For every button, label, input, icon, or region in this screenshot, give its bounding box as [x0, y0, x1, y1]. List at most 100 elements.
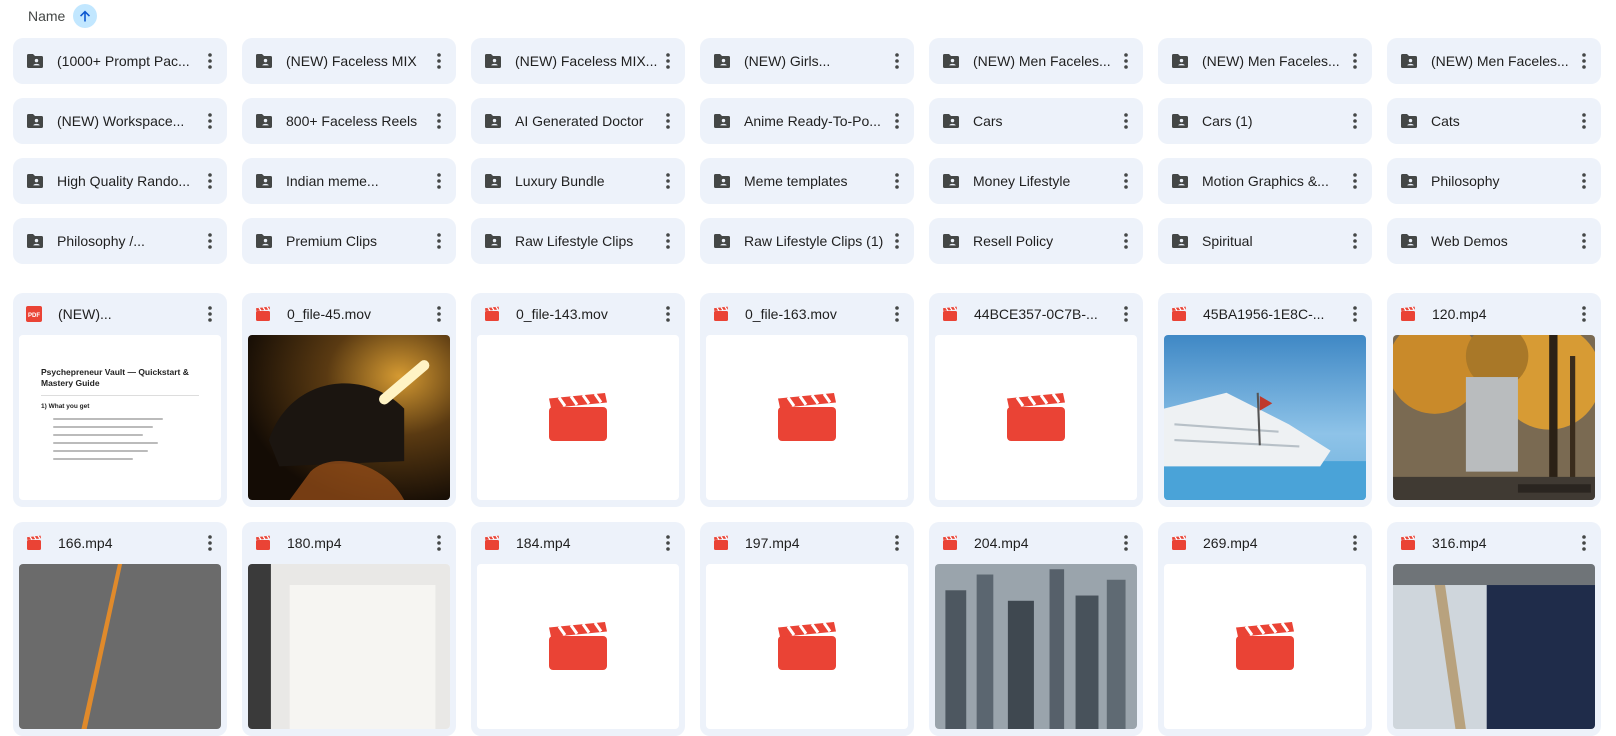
folder-card[interactable]: Money Lifestyle [929, 158, 1143, 204]
more-actions-icon[interactable] [1344, 299, 1366, 329]
more-actions-icon[interactable] [199, 166, 221, 196]
file-card[interactable]: 166.mp4 [13, 522, 227, 736]
file-card[interactable]: 120.mp4 [1387, 293, 1601, 507]
file-card[interactable]: 45BA1956-1E8C-... [1158, 293, 1372, 507]
file-card[interactable]: 0_file-163.mov [700, 293, 914, 507]
folder-card[interactable]: (1000+ Prompt Pac... [13, 38, 227, 84]
more-actions-icon[interactable] [428, 528, 450, 558]
more-actions-icon[interactable] [428, 299, 450, 329]
more-actions-icon[interactable] [1344, 166, 1366, 196]
file-thumbnail[interactable] [19, 564, 221, 729]
file-card[interactable]: 316.mp4 [1387, 522, 1601, 736]
more-actions-icon[interactable] [199, 226, 221, 256]
more-actions-icon[interactable] [886, 226, 908, 256]
more-actions-icon[interactable] [1573, 528, 1595, 558]
file-card[interactable]: 0_file-143.mov [471, 293, 685, 507]
more-actions-icon[interactable] [1573, 46, 1595, 76]
file-card[interactable]: 269.mp4 [1158, 522, 1372, 736]
more-actions-icon[interactable] [199, 106, 221, 136]
more-actions-icon[interactable] [657, 299, 679, 329]
folder-card[interactable]: (NEW) Men Faceles... [1387, 38, 1601, 84]
folder-card[interactable]: Cats [1387, 98, 1601, 144]
more-actions-icon[interactable] [199, 46, 221, 76]
folder-card[interactable]: (NEW) Faceless MIX... [471, 38, 685, 84]
folder-card[interactable]: Premium Clips [242, 218, 456, 264]
folder-card[interactable]: (NEW) Faceless MIX [242, 38, 456, 84]
more-actions-icon[interactable] [199, 299, 221, 329]
more-actions-icon[interactable] [1344, 106, 1366, 136]
more-actions-icon[interactable] [657, 46, 679, 76]
more-actions-icon[interactable] [886, 106, 908, 136]
more-actions-icon[interactable] [1115, 299, 1137, 329]
more-actions-icon[interactable] [1115, 166, 1137, 196]
sort-ascending-icon[interactable] [73, 4, 98, 28]
file-thumbnail[interactable] [1164, 335, 1366, 500]
folder-card[interactable]: High Quality Rando... [13, 158, 227, 204]
file-card[interactable]: 204.mp4 [929, 522, 1143, 736]
more-actions-icon[interactable] [199, 528, 221, 558]
sort-header[interactable]: Name [28, 4, 98, 28]
more-actions-icon[interactable] [886, 299, 908, 329]
file-thumbnail[interactable] [477, 564, 679, 729]
more-actions-icon[interactable] [657, 106, 679, 136]
folder-card[interactable]: (NEW) Men Faceles... [929, 38, 1143, 84]
folder-card[interactable]: Philosophy [1387, 158, 1601, 204]
folder-card[interactable]: Philosophy /... [13, 218, 227, 264]
folder-card[interactable]: Luxury Bundle [471, 158, 685, 204]
folder-card[interactable]: Anime Ready-To-Po... [700, 98, 914, 144]
folder-card[interactable]: (NEW) Workspace... [13, 98, 227, 144]
more-actions-icon[interactable] [1573, 106, 1595, 136]
more-actions-icon[interactable] [1573, 166, 1595, 196]
more-actions-icon[interactable] [428, 226, 450, 256]
file-thumbnail[interactable] [1393, 564, 1595, 729]
file-thumbnail[interactable] [477, 335, 679, 500]
folder-card[interactable]: 800+ Faceless Reels [242, 98, 456, 144]
folder-card[interactable]: Indian meme... [242, 158, 456, 204]
more-actions-icon[interactable] [657, 166, 679, 196]
file-card[interactable]: 184.mp4 [471, 522, 685, 736]
more-actions-icon[interactable] [657, 528, 679, 558]
file-card[interactable]: 44BCE357-0C7B-... [929, 293, 1143, 507]
more-actions-icon[interactable] [1115, 528, 1137, 558]
more-actions-icon[interactable] [657, 226, 679, 256]
folder-card[interactable]: Raw Lifestyle Clips (1) [700, 218, 914, 264]
file-thumbnail[interactable] [1164, 564, 1366, 729]
file-card[interactable]: 180.mp4 [242, 522, 456, 736]
file-thumbnail[interactable] [935, 335, 1137, 500]
file-card[interactable]: 0_file-45.mov [242, 293, 456, 507]
more-actions-icon[interactable] [1344, 46, 1366, 76]
more-actions-icon[interactable] [428, 106, 450, 136]
file-thumbnail[interactable] [1393, 335, 1595, 500]
more-actions-icon[interactable] [1573, 299, 1595, 329]
folder-card[interactable]: (NEW) Men Faceles... [1158, 38, 1372, 84]
more-actions-icon[interactable] [1115, 106, 1137, 136]
more-actions-icon[interactable] [428, 46, 450, 76]
more-actions-icon[interactable] [1344, 226, 1366, 256]
folder-card[interactable]: Web Demos [1387, 218, 1601, 264]
file-thumbnail[interactable] [706, 335, 908, 500]
file-thumbnail[interactable] [935, 564, 1137, 729]
folder-card[interactable]: Raw Lifestyle Clips [471, 218, 685, 264]
file-card[interactable]: 197.mp4 [700, 522, 914, 736]
folder-card[interactable]: Spiritual [1158, 218, 1372, 264]
more-actions-icon[interactable] [428, 166, 450, 196]
file-thumbnail[interactable] [248, 335, 450, 500]
file-thumbnail[interactable] [248, 564, 450, 729]
folder-card[interactable]: Cars (1) [1158, 98, 1372, 144]
file-thumbnail[interactable]: Psychepreneur Vault — Quickstart & Maste… [19, 335, 221, 500]
more-actions-icon[interactable] [1115, 46, 1137, 76]
more-actions-icon[interactable] [1115, 226, 1137, 256]
folder-card[interactable]: Motion Graphics &... [1158, 158, 1372, 204]
file-thumbnail[interactable] [706, 564, 908, 729]
more-actions-icon[interactable] [1344, 528, 1366, 558]
folder-card[interactable]: (NEW) Girls... [700, 38, 914, 84]
folder-card[interactable]: Cars [929, 98, 1143, 144]
more-actions-icon[interactable] [1573, 226, 1595, 256]
more-actions-icon[interactable] [886, 46, 908, 76]
folder-card[interactable]: AI Generated Doctor [471, 98, 685, 144]
more-actions-icon[interactable] [886, 166, 908, 196]
file-card[interactable]: PDF (NEW)... Psychepreneur Vault — Quickst… [13, 293, 227, 507]
folder-card[interactable]: Resell Policy [929, 218, 1143, 264]
more-actions-icon[interactable] [886, 528, 908, 558]
folder-card[interactable]: Meme templates [700, 158, 914, 204]
